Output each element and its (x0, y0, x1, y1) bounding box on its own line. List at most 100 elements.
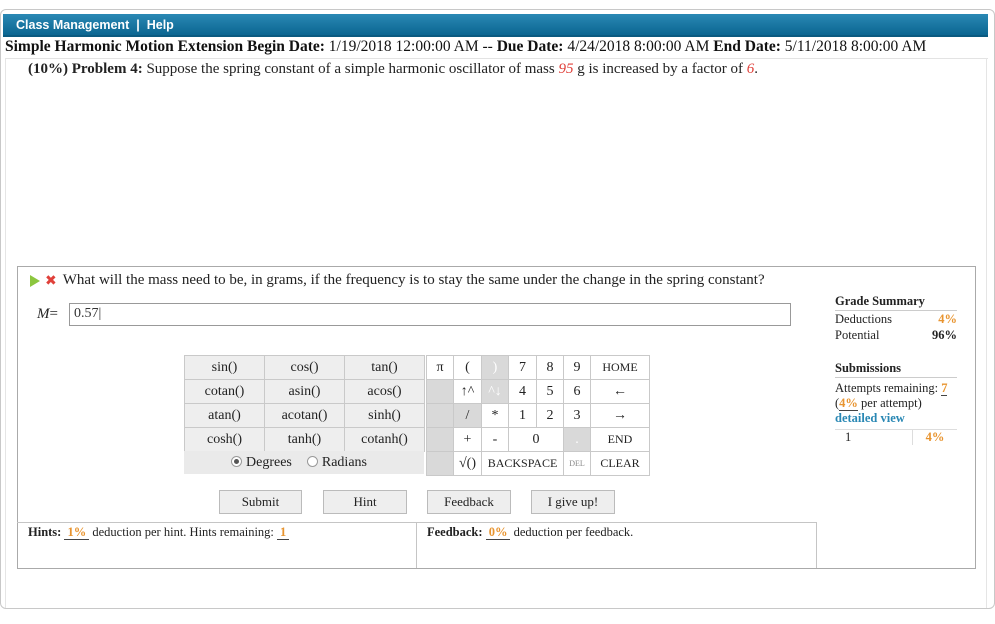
due-date: 4/24/2018 8:00:00 AM (567, 38, 710, 55)
function-keys: sin() cos() tan() cotan() asin() acos() … (184, 355, 425, 452)
blank-key (426, 451, 454, 476)
submissions-title: Submissions (835, 361, 957, 378)
acotan-button[interactable]: acotan() (264, 403, 345, 428)
assignment-header: Simple Harmonic Motion Extension Begin D… (5, 38, 990, 56)
problem-text-c: . (754, 61, 758, 77)
hints-divider (416, 522, 417, 568)
clear-button[interactable]: CLEAR (590, 451, 650, 476)
hints-info: Hints: 1% deduction per hint. Hints rema… (28, 525, 290, 540)
tan-button[interactable]: tan() (344, 355, 425, 380)
hints-label: Hints: (28, 525, 62, 539)
key-7[interactable]: 7 (508, 355, 537, 380)
sin-button[interactable]: sin() (184, 355, 265, 380)
backspace-button[interactable]: BACKSPACE (481, 451, 564, 476)
right-border (986, 58, 987, 608)
hints-remaining: 1 (277, 525, 290, 540)
acos-button[interactable]: acos() (344, 379, 425, 404)
hints-text: deduction per hint. Hints remaining: (92, 525, 274, 539)
minus-button[interactable]: - (481, 427, 509, 452)
end-label: End Date: (713, 38, 781, 55)
left-arrow-button[interactable]: ← (590, 379, 650, 404)
left-border (5, 58, 6, 608)
feedback-label: Feedback: (427, 525, 483, 539)
left-paren-button[interactable]: ( (453, 355, 482, 380)
del-button[interactable]: DEL (563, 451, 591, 476)
key-4[interactable]: 4 (508, 379, 537, 404)
key-5[interactable]: 5 (536, 379, 564, 404)
class-management-link[interactable]: Class Management (16, 18, 129, 32)
begin-label: Begin Date: (246, 38, 325, 55)
key-1[interactable]: 1 (508, 403, 537, 428)
decimal-button[interactable]: . (563, 427, 591, 452)
blank-key (426, 379, 454, 404)
pi-button[interactable]: π (426, 355, 454, 380)
attempts-remaining: 7 (941, 381, 948, 396)
right-paren-button[interactable]: ) (481, 355, 509, 380)
feedback-text: deduction per feedback. (513, 525, 634, 539)
due-label: Due Date: (496, 38, 564, 55)
feedback-info: Feedback: 0% deduction per feedback. (427, 525, 633, 540)
sinh-button[interactable]: sinh() (344, 403, 425, 428)
attempts-label: Attempts remaining: (835, 381, 939, 395)
date-dash: -- (482, 38, 493, 55)
play-icon[interactable] (30, 274, 40, 287)
plus-button[interactable]: + (453, 427, 482, 452)
answer-input[interactable]: 0.57| (69, 303, 791, 326)
per-attempt-pct: 4% (839, 396, 858, 411)
give-up-button[interactable]: I give up! (531, 490, 615, 514)
submit-button[interactable]: Submit (219, 490, 302, 514)
equals-sign: = (49, 306, 58, 322)
key-6[interactable]: 6 (563, 379, 591, 404)
help-link[interactable]: Help (147, 18, 174, 32)
up-caret-button[interactable]: ↑^ (453, 379, 482, 404)
question-row: ✖ What will the mass need to be, in grams… (30, 272, 765, 289)
potential-value: 96% (932, 328, 957, 342)
submission-deduction: 4% (925, 430, 945, 444)
assignment-name: Simple Harmonic Motion Extension (5, 38, 244, 55)
problem-label: Problem 4: (71, 61, 143, 77)
radians-radio[interactable] (306, 456, 318, 467)
right-arrow-button[interactable]: → (590, 403, 650, 428)
key-3[interactable]: 3 (563, 403, 591, 428)
tanh-button[interactable]: tanh() (264, 427, 345, 452)
grade-summary-title: Grade Summary (835, 294, 957, 311)
hint-button[interactable]: Hint (323, 490, 407, 514)
divide-button[interactable]: / (453, 403, 482, 428)
keypad: π ( ) 7 8 9 HOME ↑^ ^↓ 4 5 6 ← / * 1 2 3… (426, 355, 650, 476)
blank-key (426, 427, 454, 452)
key-9[interactable]: 9 (563, 355, 591, 380)
detailed-view-link[interactable]: detailed view (835, 411, 957, 426)
atan-button[interactable]: atan() (184, 403, 265, 428)
cos-button[interactable]: cos() (264, 355, 345, 380)
key-0[interactable]: 0 (508, 427, 564, 452)
problem-text-a: Suppose the spring constant of a simple … (146, 61, 555, 77)
degrees-radio[interactable] (231, 456, 242, 467)
multiply-button[interactable]: * (481, 403, 509, 428)
sqrt-button[interactable]: √() (453, 451, 482, 476)
mass-value: 95 (558, 61, 574, 77)
feedback-button[interactable]: Feedback (427, 490, 511, 514)
key-2[interactable]: 2 (536, 403, 564, 428)
key-8[interactable]: 8 (536, 355, 564, 380)
variable-name: M (37, 306, 50, 322)
cotanh-button[interactable]: cotanh() (344, 427, 425, 452)
cotan-button[interactable]: cotan() (184, 379, 265, 404)
cosh-button[interactable]: cosh() (184, 427, 265, 452)
per-attempt-text: per attempt) (861, 396, 922, 410)
hints-pct: 1% (64, 525, 90, 540)
blank-key (426, 403, 454, 428)
asin-button[interactable]: asin() (264, 379, 345, 404)
answer-variable: M= (37, 306, 58, 323)
nav-separator: | (136, 18, 140, 32)
submissions-panel: Submissions Attempts remaining: 7 (4% pe… (835, 361, 957, 445)
down-caret-button[interactable]: ^↓ (481, 379, 509, 404)
end-button[interactable]: END (590, 427, 650, 452)
grade-summary: Grade Summary Deductions 4% Potential 96% (835, 294, 957, 343)
begin-date: 1/19/2018 12:00:00 AM (328, 38, 479, 55)
potential-label: Potential (835, 328, 880, 342)
incorrect-x-icon: ✖ (45, 272, 57, 289)
feedback-pct: 0% (485, 525, 511, 540)
top-nav-bar: Class Management | Help (3, 14, 988, 37)
angle-mode: Degrees Radians (184, 451, 424, 474)
home-button[interactable]: HOME (590, 355, 650, 380)
